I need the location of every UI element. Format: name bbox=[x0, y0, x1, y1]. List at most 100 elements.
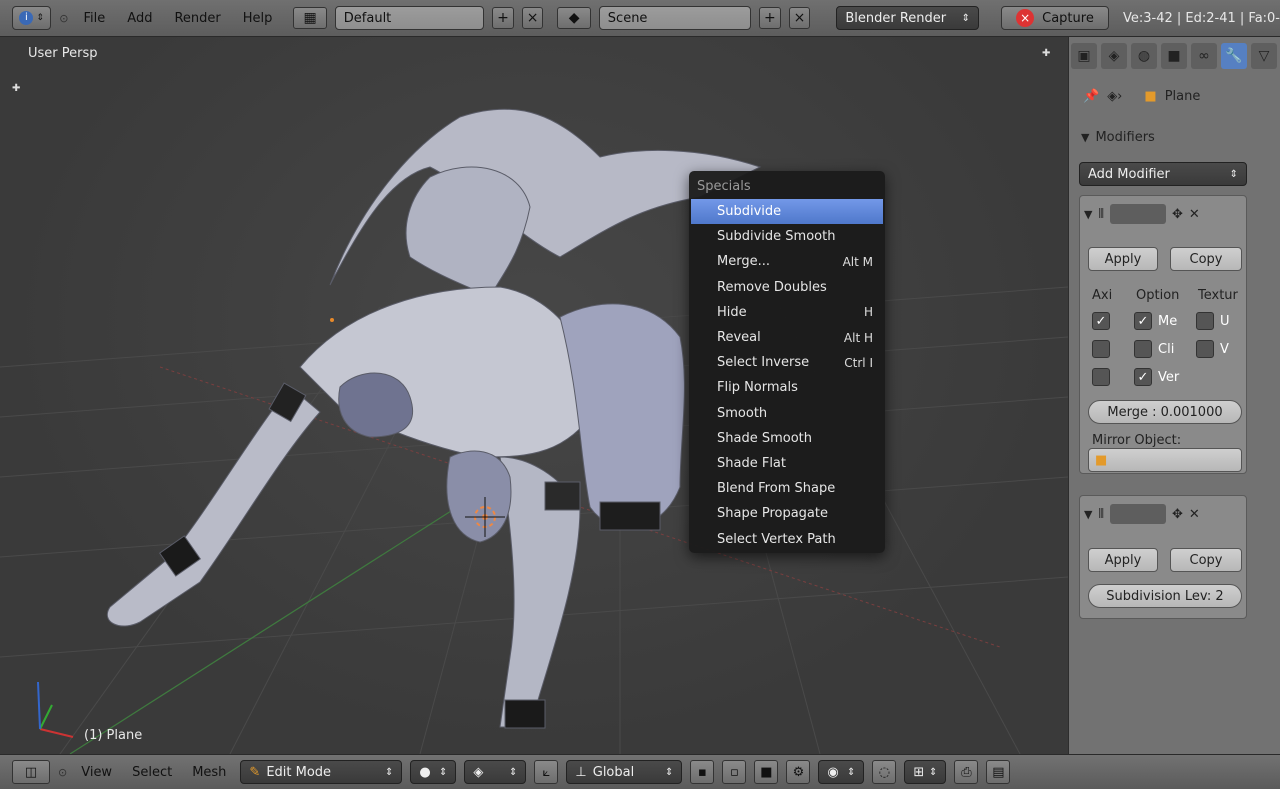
menu-item-flip-normals[interactable]: Flip Normals bbox=[691, 375, 883, 400]
mesh-object[interactable] bbox=[107, 109, 760, 728]
menu-item-hide[interactable]: HideH bbox=[691, 300, 883, 325]
link-icon: ∞ bbox=[1198, 48, 1210, 64]
axis-gizmo bbox=[38, 682, 73, 737]
capture-button[interactable]: × Capture bbox=[1001, 6, 1109, 30]
apply-button[interactable]: Apply bbox=[1088, 548, 1158, 572]
collapse-triangle-icon[interactable]: ▼ bbox=[1084, 508, 1092, 521]
properties-toggle-icon[interactable]: ✚ bbox=[1042, 48, 1050, 59]
menu-item-remove-doubles[interactable]: Remove Doubles bbox=[691, 275, 883, 300]
specials-menu: Specials Subdivide Subdivide Smooth Merg… bbox=[689, 171, 885, 553]
close-icon[interactable]: ✕ bbox=[1189, 507, 1200, 522]
toolshelf-toggle-icon[interactable]: ✚ bbox=[12, 83, 20, 94]
modifiers-header[interactable]: ▼ Modifiers bbox=[1081, 130, 1155, 145]
visibility-toggles-icon[interactable] bbox=[1110, 504, 1166, 524]
tab-render[interactable]: ▣ bbox=[1071, 43, 1097, 69]
limit-selection-icon[interactable]: ⚙ bbox=[786, 760, 810, 784]
close-icon[interactable]: ✕ bbox=[1189, 207, 1200, 222]
chevron-updown-icon: ⇕ bbox=[1230, 169, 1238, 180]
merge-distance-value: Merge : 0.001000 bbox=[1107, 405, 1222, 420]
move-icon[interactable]: ✥ bbox=[1172, 507, 1183, 522]
axis-x-checkbox[interactable]: ✓ bbox=[1092, 312, 1110, 330]
copy-button[interactable]: Copy bbox=[1170, 247, 1242, 271]
add-scene-button[interactable]: + bbox=[759, 7, 781, 29]
pivot-select[interactable]: ◈⇕ bbox=[464, 760, 526, 784]
scene-icon[interactable]: ◆ bbox=[557, 7, 590, 29]
menu-help[interactable]: Help bbox=[236, 11, 280, 26]
render-engine-select[interactable]: Blender Render ⇕ bbox=[836, 6, 979, 30]
collapse-menu-icon[interactable]: ⊙ bbox=[59, 12, 68, 25]
viewport-shading-select[interactable]: ●⇕ bbox=[410, 760, 456, 784]
3d-viewport[interactable]: User Persp (1) Plane ✚ ✚ bbox=[0, 37, 1068, 754]
menu-item-shade-flat[interactable]: Shade Flat bbox=[691, 451, 883, 476]
menu-item-subdivide[interactable]: Subdivide bbox=[691, 199, 883, 224]
menu-render[interactable]: Render bbox=[167, 11, 227, 26]
menu-item-merge[interactable]: Merge...Alt M bbox=[691, 249, 883, 274]
axis-z-checkbox[interactable] bbox=[1092, 368, 1110, 386]
proportional-edit-select[interactable]: ◉⇕ bbox=[818, 760, 864, 784]
menu-view[interactable]: View bbox=[75, 765, 118, 780]
menu-add[interactable]: Add bbox=[120, 11, 159, 26]
menu-item-reveal[interactable]: RevealAlt H bbox=[691, 325, 883, 350]
snap-icon: ⊞ bbox=[913, 765, 924, 780]
scene-field[interactable]: Scene bbox=[599, 6, 751, 30]
editor-type-button[interactable]: i ⇕ bbox=[12, 6, 51, 30]
render-animation-icon[interactable]: ▤ bbox=[986, 760, 1010, 784]
tab-scene[interactable]: ◈ bbox=[1101, 43, 1127, 69]
tab-modifiers[interactable]: 🔧 bbox=[1221, 43, 1247, 69]
edge-select-icon[interactable]: ▫ bbox=[722, 760, 746, 784]
snap-select[interactable]: ⊞⇕ bbox=[904, 760, 946, 784]
collapse-menu-icon[interactable]: ⊙ bbox=[58, 766, 67, 779]
add-layout-button[interactable]: + bbox=[492, 7, 514, 29]
falloff-icon[interactable]: ◌ bbox=[872, 760, 896, 784]
mirror-modifier-panel: ▼ ⫴ ✥ ✕ Apply Copy Axi Option Textur ✓ ✓… bbox=[1079, 195, 1247, 474]
move-icon[interactable]: ✥ bbox=[1172, 207, 1183, 222]
remove-scene-button[interactable]: × bbox=[789, 7, 811, 29]
menu-file[interactable]: File bbox=[77, 11, 113, 26]
vertex-select-icon[interactable]: ▪ bbox=[690, 760, 714, 784]
render-preview-icon[interactable]: ⎙ bbox=[954, 760, 978, 784]
collapse-triangle-icon[interactable]: ▼ bbox=[1084, 208, 1092, 221]
tab-constraints[interactable]: ∞ bbox=[1191, 43, 1217, 69]
visibility-toggles-icon[interactable] bbox=[1110, 204, 1166, 224]
subdivision-levels-field[interactable]: Subdivision Lev: 2 bbox=[1088, 584, 1242, 608]
merge-checkbox[interactable]: ✓ bbox=[1134, 312, 1152, 330]
menu-item-subdivide-smooth[interactable]: Subdivide Smooth bbox=[691, 224, 883, 249]
scene-icon: ◈ bbox=[1109, 48, 1120, 64]
selected-vertex[interactable] bbox=[330, 318, 334, 322]
chevron-updown-icon: ⇕ bbox=[509, 767, 517, 778]
merge-distance-field[interactable]: Merge : 0.001000 bbox=[1088, 400, 1242, 424]
menu-item-select-vertex-path[interactable]: Select Vertex Path bbox=[691, 526, 883, 551]
menu-item-shade-smooth[interactable]: Shade Smooth bbox=[691, 426, 883, 451]
menu-select[interactable]: Select bbox=[126, 765, 178, 780]
tab-object[interactable]: ■ bbox=[1161, 43, 1187, 69]
remove-layout-button[interactable]: × bbox=[522, 7, 544, 29]
face-select-icon[interactable]: ■ bbox=[754, 760, 778, 784]
tab-data[interactable]: ▽ bbox=[1251, 43, 1277, 69]
apply-button[interactable]: Apply bbox=[1088, 247, 1158, 271]
mirror-object-field[interactable]: ■ bbox=[1088, 448, 1242, 472]
pin-icon[interactable]: 📌 bbox=[1083, 89, 1099, 104]
transform-orientation-select[interactable]: ⊥ Global ⇕ bbox=[566, 760, 682, 784]
clipping-checkbox[interactable] bbox=[1134, 340, 1152, 358]
viewport-scene bbox=[0, 37, 1068, 754]
texture-u-label: U bbox=[1220, 314, 1230, 329]
tab-world[interactable]: ◍ bbox=[1131, 43, 1157, 69]
menu-item-shape-propagate[interactable]: Shape Propagate bbox=[691, 501, 883, 526]
subdivision-levels-value: Subdivision Lev: 2 bbox=[1106, 589, 1223, 604]
vertex-groups-checkbox[interactable]: ✓ bbox=[1134, 368, 1152, 386]
menu-item-blend-from-shape[interactable]: Blend From Shape bbox=[691, 476, 883, 501]
manipulator-icon[interactable]: ⟀ bbox=[534, 760, 558, 784]
axis-y-checkbox[interactable] bbox=[1092, 340, 1110, 358]
scene-stats: Ve:3-42 | Ed:2-41 | Fa:0- bbox=[1123, 11, 1280, 26]
menu-mesh[interactable]: Mesh bbox=[186, 765, 232, 780]
layout-field[interactable]: Default bbox=[335, 6, 484, 30]
menu-item-select-inverse[interactable]: Select InverseCtrl I bbox=[691, 350, 883, 375]
editor-type-button[interactable]: ◫ bbox=[12, 760, 50, 784]
add-modifier-select[interactable]: Add Modifier ⇕ bbox=[1079, 162, 1247, 186]
screen-layout-icon[interactable]: ▦ bbox=[293, 7, 326, 29]
mode-select[interactable]: ✎ Edit Mode ⇕ bbox=[240, 760, 402, 784]
texture-v-checkbox[interactable] bbox=[1196, 340, 1214, 358]
texture-u-checkbox[interactable] bbox=[1196, 312, 1214, 330]
copy-button[interactable]: Copy bbox=[1170, 548, 1242, 572]
menu-item-smooth[interactable]: Smooth bbox=[691, 401, 883, 426]
